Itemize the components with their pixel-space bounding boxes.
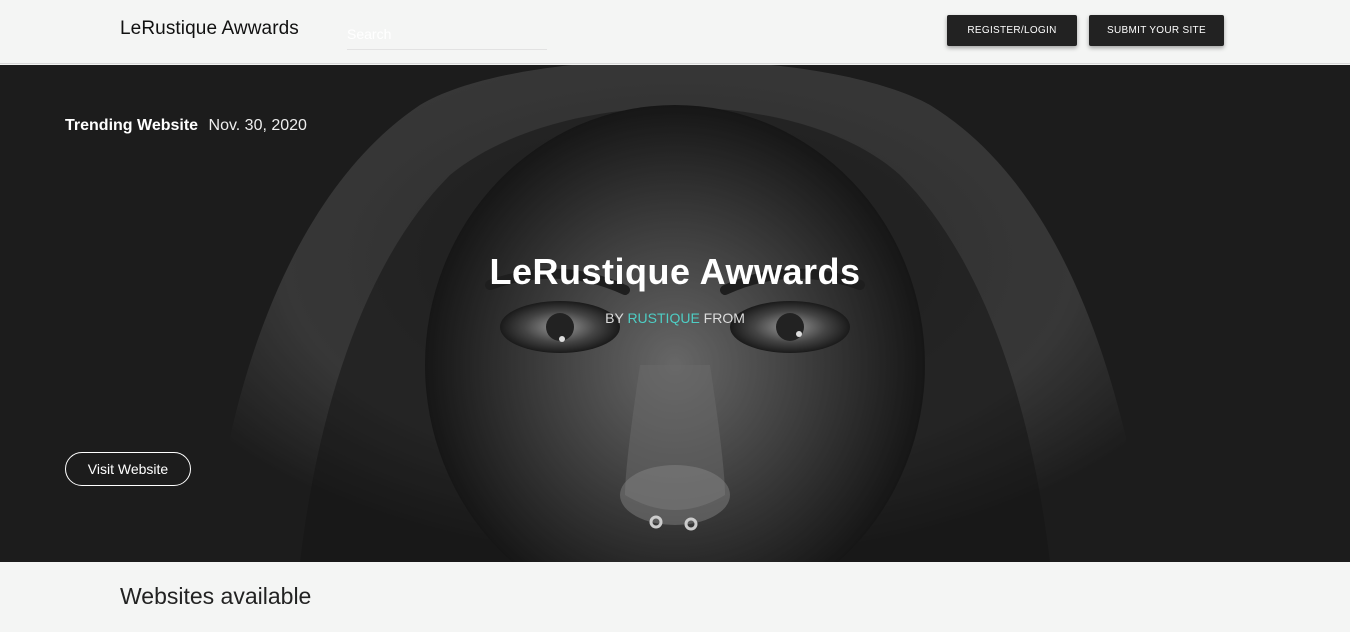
hero-title: LeRustique Awwards (489, 251, 861, 292)
byline-prefix: BY (605, 310, 624, 326)
search-input[interactable] (347, 18, 547, 49)
search-field[interactable] (347, 18, 547, 50)
register-login-button[interactable]: REGISTER/LOGIN (947, 15, 1077, 46)
section-title: Websites available (120, 583, 312, 609)
submit-site-button[interactable]: SUBMIT YOUR SITE (1089, 15, 1224, 46)
brand-logo-text[interactable]: LeRustique Awwards (120, 18, 299, 40)
top-navbar: LeRustique Awwards REGISTER/LOGIN SUBMIT… (0, 0, 1350, 64)
byline-suffix: FROM (703, 310, 745, 326)
visit-website-button[interactable]: Visit Website (65, 452, 191, 486)
byline-author-link[interactable]: RUSTIQUE (627, 310, 699, 326)
trending-label: Trending Website (65, 117, 199, 134)
hero-banner: Trending Website Nov. 30, 2020 LeRustiqu… (0, 65, 1350, 562)
trending-date: Nov. 30, 2020 (208, 117, 307, 134)
hero-byline: BY RUSTIQUE FROM (0, 310, 1350, 326)
trending-info: Trending Website Nov. 30, 2020 (65, 117, 307, 135)
